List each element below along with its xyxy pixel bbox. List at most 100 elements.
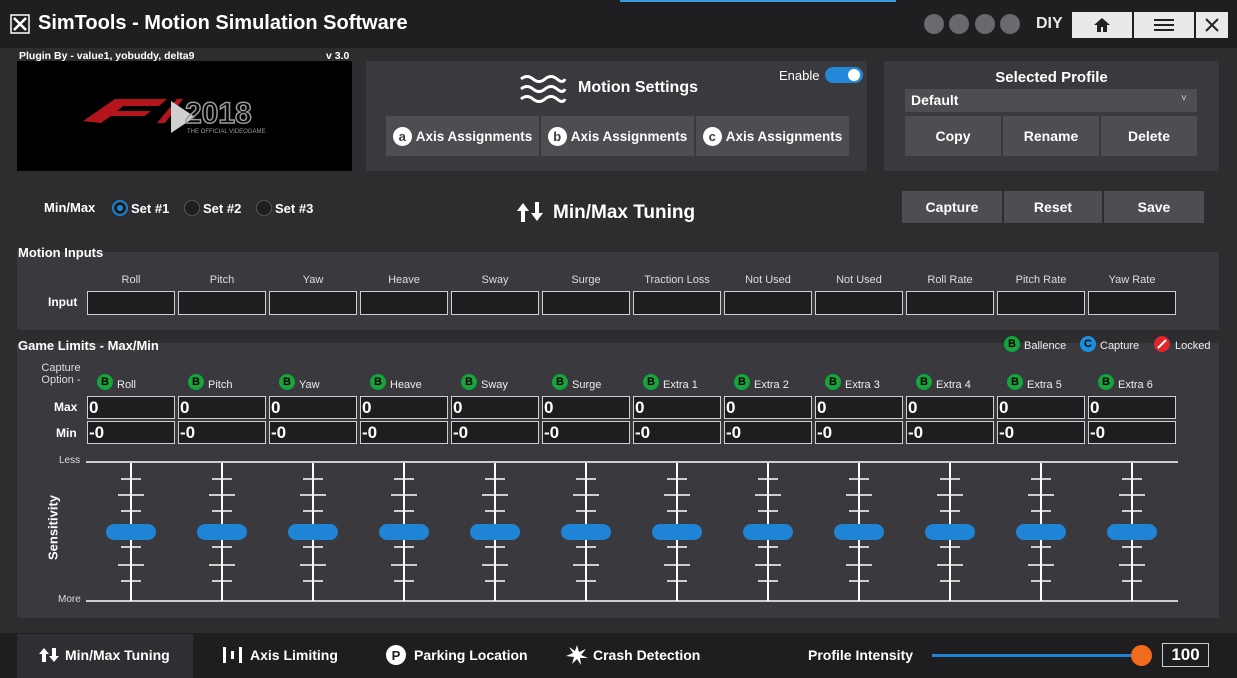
copy-profile-button[interactable]: Copy xyxy=(905,116,1001,156)
slider-knob-extra-5[interactable] xyxy=(1016,524,1066,540)
capture-option-b-icon[interactable]: B xyxy=(916,374,932,390)
input-field-pitch-rate[interactable] xyxy=(997,291,1085,315)
input-field-roll[interactable] xyxy=(87,291,175,315)
motion-inputs-title: Motion Inputs xyxy=(18,245,104,260)
input-field-yaw[interactable] xyxy=(269,291,357,315)
max-field-extra-5[interactable]: 0 xyxy=(997,396,1085,419)
capture-option-b-icon[interactable]: B xyxy=(643,374,659,390)
min-field-extra-3[interactable]: -0 xyxy=(815,421,903,444)
tab-parking-location[interactable]: Parking Location xyxy=(414,647,528,663)
limit-header-extra-1: Extra 1 xyxy=(663,379,698,391)
reset-button[interactable]: Reset xyxy=(1004,191,1102,223)
max-field-sway[interactable]: 0 xyxy=(451,396,539,419)
slider-knob-extra-6[interactable] xyxy=(1107,524,1157,540)
rename-profile-button[interactable]: Rename xyxy=(1003,116,1099,156)
axis-assignments-b-button[interactable]: b Axis Assignments xyxy=(541,116,694,156)
slider-knob-yaw[interactable] xyxy=(288,524,338,540)
capture-option-b-icon[interactable]: B xyxy=(1098,374,1114,390)
minmax-tuning-title: Min/Max Tuning xyxy=(553,202,696,223)
capture-option-b-icon[interactable]: B xyxy=(97,374,113,390)
tab-axis-limiting[interactable]: Axis Limiting xyxy=(250,647,338,663)
max-field-pitch[interactable]: 0 xyxy=(178,396,266,419)
slider-knob-roll[interactable] xyxy=(106,524,156,540)
max-field-extra-6[interactable]: 0 xyxy=(1088,396,1176,419)
profile-intensity-knob[interactable] xyxy=(1131,645,1152,666)
minmax-label: Min/Max xyxy=(44,200,96,215)
game-banner: 2018 THE OFFICIAL VIDEOGAME xyxy=(17,61,352,171)
min-field-pitch[interactable]: -0 xyxy=(178,421,266,444)
enable-toggle-knob[interactable] xyxy=(848,69,860,81)
capture-option-b-icon[interactable]: B xyxy=(552,374,568,390)
profile-intensity-slider[interactable] xyxy=(932,654,1142,657)
capture-option-b-icon[interactable]: B xyxy=(461,374,477,390)
tab-crash-detection[interactable]: Crash Detection xyxy=(593,647,700,663)
min-field-extra-1[interactable]: -0 xyxy=(633,421,721,444)
diy-label: DIY xyxy=(1036,15,1063,32)
min-field-extra-2[interactable]: -0 xyxy=(724,421,812,444)
slider-knob-pitch[interactable] xyxy=(197,524,247,540)
slider-knob-extra-4[interactable] xyxy=(925,524,975,540)
tab-minmax-tuning[interactable]: Min/Max Tuning xyxy=(65,647,170,663)
download-icon[interactable] xyxy=(924,14,944,34)
home-button[interactable] xyxy=(1072,12,1132,38)
set-3-radio[interactable] xyxy=(256,200,272,216)
capture-option-b-icon[interactable]: B xyxy=(1007,374,1023,390)
min-field-extra-4[interactable]: -0 xyxy=(906,421,994,444)
slider-knob-extra-1[interactable] xyxy=(652,524,702,540)
crash-icon xyxy=(566,645,588,665)
min-row-label: Min xyxy=(56,426,77,440)
set-1-label[interactable]: Set #1 xyxy=(131,201,169,216)
set-2-radio[interactable] xyxy=(184,200,200,216)
power-icon[interactable] xyxy=(1000,14,1020,34)
min-field-surge[interactable]: -0 xyxy=(542,421,630,444)
save-button[interactable]: Save xyxy=(1104,191,1204,223)
capture-button[interactable]: Capture xyxy=(902,191,1002,223)
min-field-extra-6[interactable]: -0 xyxy=(1088,421,1176,444)
input-field-yaw-rate[interactable] xyxy=(1088,291,1176,315)
max-field-roll[interactable]: 0 xyxy=(87,396,175,419)
min-field-heave[interactable]: -0 xyxy=(360,421,448,444)
min-field-sway[interactable]: -0 xyxy=(451,421,539,444)
input-field-sway[interactable] xyxy=(451,291,539,315)
capture-option-b-icon[interactable]: B xyxy=(188,374,204,390)
capture-option-b-icon[interactable]: B xyxy=(734,374,750,390)
max-field-extra-2[interactable]: 0 xyxy=(724,396,812,419)
set-3-label[interactable]: Set #3 xyxy=(275,201,313,216)
menu-button[interactable] xyxy=(1134,12,1194,38)
max-field-heave[interactable]: 0 xyxy=(360,396,448,419)
slider-knob-extra-3[interactable] xyxy=(834,524,884,540)
delete-profile-button[interactable]: Delete xyxy=(1101,116,1197,156)
capture-option-b-icon[interactable]: B xyxy=(370,374,386,390)
input-field-heave[interactable] xyxy=(360,291,448,315)
set-1-radio[interactable] xyxy=(112,200,128,216)
close-button[interactable] xyxy=(1196,12,1228,38)
input-field-not-used[interactable] xyxy=(815,291,903,315)
settings-icon[interactable] xyxy=(949,14,969,34)
axis-assignments-a-button[interactable]: a Axis Assignments xyxy=(386,116,539,156)
max-field-extra-3[interactable]: 0 xyxy=(815,396,903,419)
profile-intensity-value[interactable]: 100 xyxy=(1162,643,1209,667)
max-field-extra-4[interactable]: 0 xyxy=(906,396,994,419)
slider-knob-sway[interactable] xyxy=(470,524,520,540)
input-field-roll-rate[interactable] xyxy=(906,291,994,315)
profile-select[interactable]: Default xyxy=(905,89,1197,112)
max-field-extra-1[interactable]: 0 xyxy=(633,396,721,419)
slider-knob-heave[interactable] xyxy=(379,524,429,540)
input-field-pitch[interactable] xyxy=(178,291,266,315)
input-field-not-used[interactable] xyxy=(724,291,812,315)
slider-knob-surge[interactable] xyxy=(561,524,611,540)
axis-assignments-c-button[interactable]: c Axis Assignments xyxy=(696,116,849,156)
max-field-yaw[interactable]: 0 xyxy=(269,396,357,419)
capture-option-b-icon[interactable]: B xyxy=(279,374,295,390)
input-field-surge[interactable] xyxy=(542,291,630,315)
input-header-yaw-rate: Yaw Rate xyxy=(1108,274,1156,286)
min-field-roll[interactable]: -0 xyxy=(87,421,175,444)
min-field-extra-5[interactable]: -0 xyxy=(997,421,1085,444)
min-field-yaw[interactable]: -0 xyxy=(269,421,357,444)
max-field-surge[interactable]: 0 xyxy=(542,396,630,419)
edit-icon[interactable] xyxy=(975,14,995,34)
capture-option-b-icon[interactable]: B xyxy=(825,374,841,390)
set-2-label[interactable]: Set #2 xyxy=(203,201,241,216)
input-field-traction-loss[interactable] xyxy=(633,291,721,315)
slider-knob-extra-2[interactable] xyxy=(743,524,793,540)
